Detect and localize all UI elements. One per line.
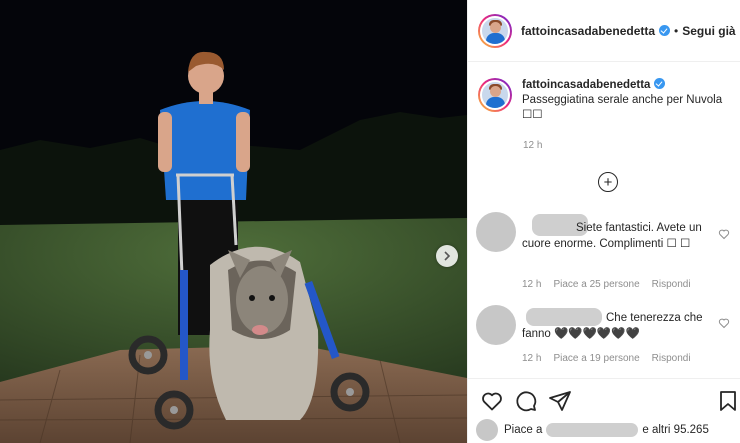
comment-time: 12 h bbox=[522, 279, 542, 290]
comment-text: Che tenerezza che fanno 🖤🖤🖤🖤🖤🖤 bbox=[522, 312, 703, 340]
likes-prefix: Piace a bbox=[504, 424, 543, 436]
caption-time: 12 h bbox=[523, 140, 543, 151]
heart-icon[interactable] bbox=[718, 317, 730, 329]
comment-avatar[interactable] bbox=[476, 305, 516, 345]
follow-button[interactable]: Segui già bbox=[682, 24, 735, 38]
comment-reply[interactable]: Rispondi bbox=[652, 353, 691, 364]
verified-badge-icon bbox=[654, 78, 666, 89]
comment-text: Siete fantastici. Avete un cuore enorme.… bbox=[522, 222, 702, 250]
verified-badge-icon bbox=[659, 25, 671, 36]
post-actions: Piace a e altri 95.265 bbox=[468, 378, 740, 443]
chevron-right-icon bbox=[444, 251, 451, 261]
hidden-liker-name bbox=[546, 423, 639, 437]
comment-avatar[interactable] bbox=[476, 212, 516, 252]
liker-avatar bbox=[476, 419, 498, 441]
heart-icon[interactable] bbox=[718, 228, 730, 240]
comment-likes[interactable]: Piace a 19 persone bbox=[553, 353, 639, 364]
caption-text: Passeggiatina serale anche per Nuvola bbox=[522, 94, 723, 106]
comment-time: 12 h bbox=[522, 353, 542, 364]
next-photo-button[interactable] bbox=[436, 245, 458, 267]
comment-bubble-icon[interactable] bbox=[514, 389, 538, 413]
comment-reply[interactable]: Rispondi bbox=[652, 279, 691, 290]
header-avatar[interactable] bbox=[478, 13, 512, 48]
post-caption: fattoincasadabenedetta Passeggiatina ser… bbox=[478, 78, 733, 123]
post-photo[interactable] bbox=[0, 0, 467, 443]
comment-item: Che tenerezza che fanno 🖤🖤🖤🖤🖤🖤 12 h Piac… bbox=[476, 303, 738, 373]
caption-emoji: ☐☐ bbox=[522, 109, 543, 121]
heart-icon[interactable] bbox=[480, 389, 504, 413]
header-username[interactable]: fattoincasadabenedetta bbox=[521, 24, 655, 38]
post-header: fattoincasadabenedetta • Segui già bbox=[468, 0, 740, 62]
plus-circle-icon[interactable]: + bbox=[598, 172, 618, 192]
comment-likes[interactable]: Piace a 25 persone bbox=[553, 279, 639, 290]
likes-suffix: e altri 95.265 bbox=[642, 424, 709, 436]
likes-summary[interactable]: Piace a e altri 95.265 bbox=[476, 419, 709, 441]
follow-separator: • bbox=[674, 23, 679, 38]
bookmark-icon[interactable] bbox=[716, 389, 740, 413]
caption-username[interactable]: fattoincasadabenedetta bbox=[522, 79, 650, 91]
comment-item: Siete fantastici. Avete un cuore enorme.… bbox=[476, 212, 738, 302]
caption-avatar[interactable] bbox=[478, 78, 512, 112]
post-side-panel: fattoincasadabenedetta • Segui già fatto… bbox=[467, 0, 740, 443]
photo-scene bbox=[0, 0, 467, 443]
paper-plane-icon[interactable] bbox=[548, 389, 572, 413]
